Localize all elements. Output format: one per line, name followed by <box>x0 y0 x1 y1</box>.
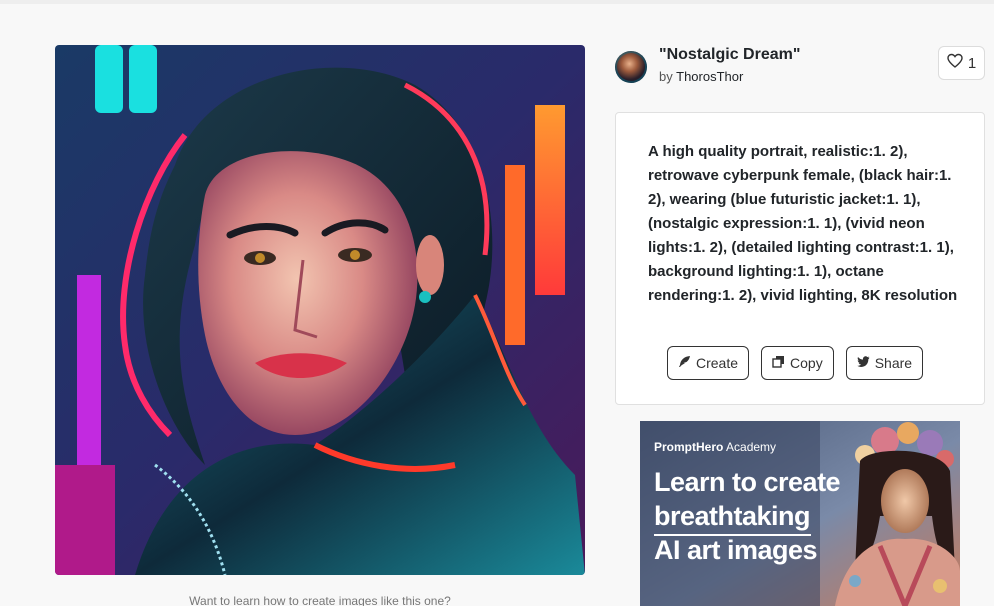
share-label: Share <box>874 355 913 371</box>
ad-headline-1: Learn to create <box>654 467 841 497</box>
prompt-card: A high quality portrait, realistic:1. 2)… <box>615 112 985 405</box>
copy-label: Copy <box>790 355 823 371</box>
learn-more-text[interactable]: Want to learn how to create images like … <box>55 594 585 606</box>
ad-headline-3: AI art images <box>654 535 818 565</box>
like-count: 1 <box>967 54 977 72</box>
prompt-actions: Create Copy Share <box>667 346 924 380</box>
create-label: Create <box>696 355 739 371</box>
prompt-text: A high quality portrait, realistic:1. 2)… <box>648 143 958 304</box>
author-byline: by ThorosThor <box>659 69 743 84</box>
copy-icon <box>772 355 785 371</box>
academy-ad-banner[interactable]: PromptHero Academy Learn to create breat… <box>640 421 960 606</box>
copy-button[interactable]: Copy <box>761 346 834 380</box>
twitter-icon <box>856 355 870 371</box>
create-button[interactable]: Create <box>667 346 750 380</box>
artwork-image[interactable] <box>55 45 585 575</box>
ad-headline-2: breathtaking <box>654 501 811 531</box>
top-bar <box>0 0 994 4</box>
author-name[interactable]: ThorosThor <box>676 69 743 84</box>
feather-icon <box>678 355 691 371</box>
ad-brand: PromptHero Academy <box>654 440 777 454</box>
post-title: "Nostalgic Dream" <box>659 46 801 63</box>
by-label: by <box>659 69 673 84</box>
share-button[interactable]: Share <box>845 346 924 380</box>
heart-icon <box>947 53 963 73</box>
author-avatar[interactable] <box>615 51 647 83</box>
like-button[interactable]: 1 <box>938 46 985 80</box>
